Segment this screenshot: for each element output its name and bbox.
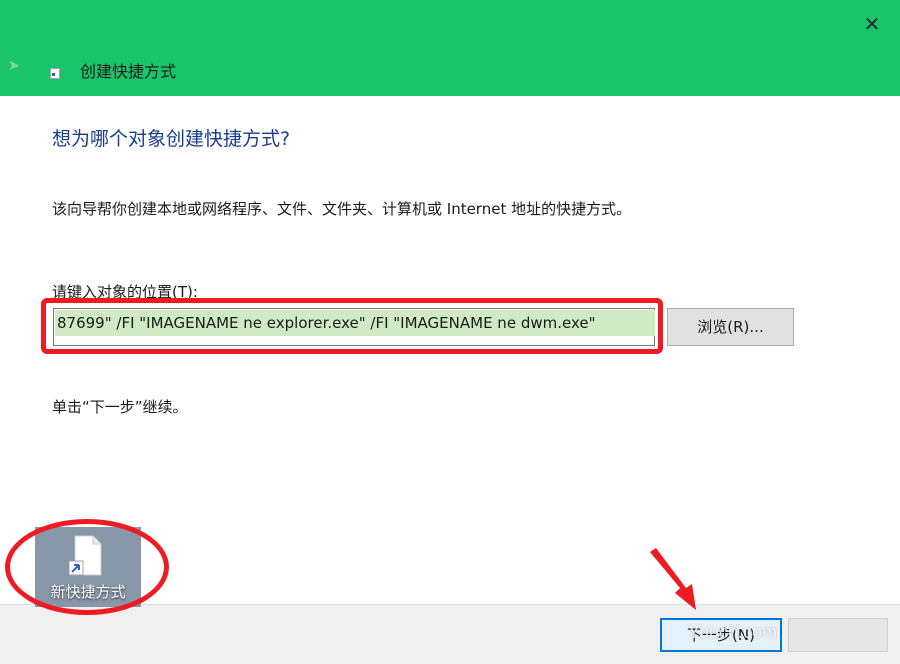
close-button[interactable]: ✕ <box>858 12 886 36</box>
annotation-highlight-box <box>41 298 663 354</box>
title-bar: ✕ ➤ 创建快捷方式 <box>0 0 900 96</box>
annotation-arrow-icon <box>650 548 696 610</box>
wizard-description: 该向导帮你创建本地或网络程序、文件、文件夹、计算机或 Internet 地址的快… <box>52 200 632 218</box>
annotation-circle <box>5 519 169 615</box>
continue-instruction: 单击“下一步”继续。 <box>52 398 188 416</box>
back-arrow-icon[interactable]: ➤ <box>8 56 28 76</box>
shortcut-icon <box>50 68 60 79</box>
watermark: Yuucn.com <box>688 622 778 642</box>
wizard-heading: 想为哪个对象创建快捷方式? <box>52 128 291 150</box>
window-title: 创建快捷方式 <box>80 62 177 81</box>
browse-button[interactable]: 浏览(R)... <box>667 308 794 346</box>
cancel-button[interactable] <box>788 618 888 652</box>
